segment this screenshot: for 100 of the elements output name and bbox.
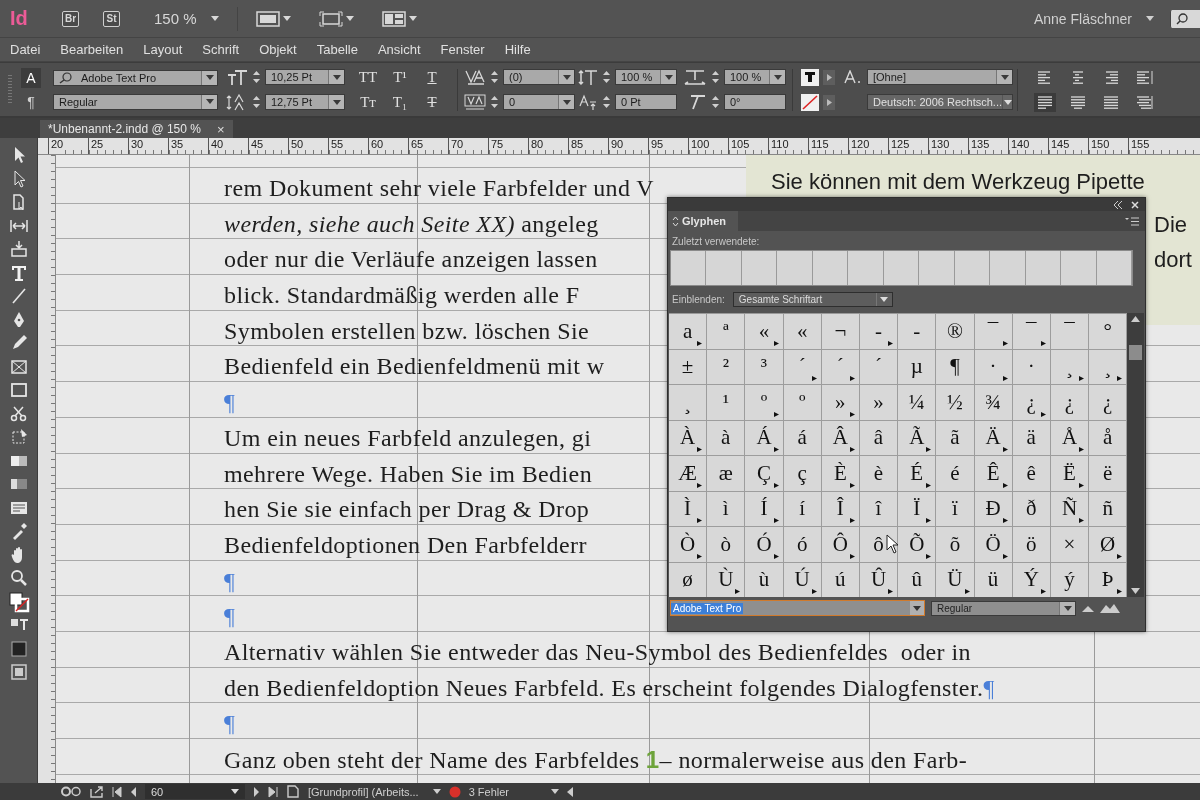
page-number-field[interactable]: 60 bbox=[145, 784, 245, 799]
format-button[interactable]: T₁ bbox=[389, 93, 411, 111]
format-button[interactable]: Tт bbox=[357, 93, 379, 111]
previous-page-icon[interactable] bbox=[130, 785, 137, 798]
glyph-cell[interactable]: Õ bbox=[898, 527, 937, 563]
glyph-cell[interactable]: Ò bbox=[669, 527, 708, 563]
close-icon[interactable] bbox=[1131, 200, 1139, 209]
glyph-cell[interactable]: ë bbox=[1089, 456, 1128, 492]
glyph-cell[interactable]: ¼ bbox=[898, 385, 937, 421]
glyph-cell[interactable]: ¯ bbox=[1050, 314, 1090, 350]
glyph-cell[interactable]: » bbox=[821, 385, 860, 421]
zoom-in-icon[interactable] bbox=[1100, 603, 1120, 613]
next-page-icon[interactable] bbox=[253, 785, 260, 798]
spinner-icon[interactable] bbox=[602, 95, 611, 109]
glyph-cell[interactable]: å bbox=[1089, 420, 1128, 456]
glyph-cell[interactable]: ì bbox=[707, 491, 746, 527]
menu-item[interactable]: Objekt bbox=[249, 42, 307, 57]
glyph-cell[interactable]: Ï bbox=[898, 491, 937, 527]
menu-item[interactable]: Layout bbox=[133, 42, 193, 57]
font-family-dropdown[interactable]: Adobe Text Pro bbox=[53, 69, 218, 86]
glyph-cell[interactable]: Ã bbox=[898, 420, 937, 456]
kerning-field[interactable]: (0) bbox=[503, 69, 575, 85]
document-icon[interactable] bbox=[286, 785, 300, 798]
glyph-cell[interactable]: ¿ bbox=[1050, 385, 1090, 421]
glyph-cell[interactable]: Ë bbox=[1050, 456, 1090, 492]
glyph-cell[interactable]: è bbox=[859, 456, 899, 492]
tracking-field[interactable]: 0 bbox=[503, 94, 575, 110]
glyph-cell[interactable]: ñ bbox=[1089, 491, 1128, 527]
zoom-dropdown[interactable]: 150 % bbox=[154, 10, 219, 27]
horizontal-scale-field[interactable]: 100 % bbox=[724, 69, 786, 85]
stock-button[interactable]: St bbox=[103, 10, 120, 27]
glyph-cell[interactable]: ¸ bbox=[669, 385, 708, 421]
glyph-cell[interactable]: ó bbox=[783, 527, 822, 563]
glyph-cell[interactable]: À bbox=[669, 420, 708, 456]
glyph-cell[interactable]: Ê bbox=[974, 456, 1013, 492]
fill-stroke-icon[interactable] bbox=[7, 590, 30, 613]
glyph-cell[interactable]: ª bbox=[707, 314, 746, 350]
spinner-icon[interactable] bbox=[711, 95, 720, 109]
menu-item[interactable]: Hilfe bbox=[494, 42, 541, 57]
glyph-cell[interactable]: ê bbox=[1012, 456, 1051, 492]
glyph-cell[interactable]: ¿ bbox=[1089, 385, 1128, 421]
glyph-cell[interactable]: µ bbox=[898, 349, 937, 385]
menu-item[interactable]: Tabelle bbox=[306, 42, 368, 57]
spinner-icon[interactable] bbox=[490, 95, 499, 109]
glyph-cell[interactable]: ° bbox=[1089, 314, 1128, 350]
glyph-cell[interactable]: - bbox=[898, 314, 937, 350]
glyph-cell[interactable]: a bbox=[669, 314, 708, 350]
scrollbar-thumb[interactable] bbox=[1129, 345, 1143, 360]
glyph-cell[interactable]: Æ bbox=[669, 456, 708, 492]
spinner-icon[interactable] bbox=[490, 70, 499, 84]
glyph-cell[interactable]: é bbox=[936, 456, 975, 492]
show-dropdown[interactable]: Gesamte Schriftart bbox=[732, 292, 893, 307]
glyph-cell[interactable]: ï bbox=[936, 491, 975, 527]
text-fill-swatch[interactable] bbox=[801, 68, 819, 86]
menu-item[interactable]: Bearbeiten bbox=[50, 42, 134, 57]
spinner-icon[interactable] bbox=[602, 70, 611, 84]
glyph-cell[interactable]: ² bbox=[707, 349, 746, 385]
glyph-cell[interactable]: à bbox=[707, 420, 746, 456]
glyph-cell[interactable]: ¸ bbox=[1089, 349, 1128, 385]
glyph-cell[interactable]: Ö bbox=[974, 527, 1013, 563]
fill-menu-button[interactable] bbox=[823, 69, 835, 85]
skew-field[interactable]: 0° bbox=[724, 94, 786, 110]
glyph-cell[interactable]: ® bbox=[936, 314, 975, 350]
preflight-icon[interactable] bbox=[60, 785, 82, 798]
glyph-cell[interactable]: É bbox=[898, 456, 937, 492]
glyph-cell[interactable]: ã bbox=[936, 420, 975, 456]
scroll-left-icon[interactable] bbox=[567, 786, 574, 797]
glyph-cell[interactable]: ¶ bbox=[936, 349, 975, 385]
menu-item[interactable]: Fenster bbox=[430, 42, 495, 57]
glyph-cell[interactable]: Ç bbox=[745, 456, 784, 492]
baseline-shift-field[interactable]: 0 Pt bbox=[615, 94, 677, 110]
glyph-cell[interactable]: Ó bbox=[745, 527, 784, 563]
leading-field[interactable]: 12,75 Pt bbox=[265, 94, 345, 110]
mode-toggle[interactable]: ¶ bbox=[21, 91, 41, 112]
arrange-documents-button[interactable] bbox=[381, 10, 417, 27]
zoom-out-icon[interactable] bbox=[1082, 604, 1094, 612]
last-page-icon[interactable] bbox=[268, 785, 278, 798]
glyph-cell[interactable]: ¾ bbox=[974, 385, 1013, 421]
glyph-cell[interactable]: × bbox=[1050, 527, 1090, 563]
glyph-cell[interactable]: º bbox=[745, 385, 784, 421]
spinner-icon[interactable] bbox=[252, 95, 261, 109]
character-style-dropdown[interactable]: [Ohne] bbox=[867, 69, 1013, 85]
screen-mode-button[interactable] bbox=[318, 10, 354, 27]
menu-item[interactable]: Ansicht bbox=[367, 42, 431, 57]
stroke-menu-button[interactable] bbox=[823, 94, 835, 110]
glyph-cell[interactable]: ç bbox=[783, 456, 822, 492]
language-dropdown[interactable]: Deutsch: 2006 Rechtsch... bbox=[867, 94, 1013, 110]
glyph-cell[interactable]: ½ bbox=[936, 385, 975, 421]
preflight-profile-dropdown[interactable]: [Grundprofil] (Arbeits... bbox=[308, 785, 441, 798]
format-button[interactable]: TT bbox=[357, 68, 379, 86]
glyph-cell[interactable]: ¿ bbox=[1012, 385, 1051, 421]
glyph-style-dropdown[interactable]: Regular bbox=[931, 600, 1076, 616]
spinner-icon[interactable] bbox=[252, 70, 261, 84]
menu-item[interactable]: Schrift bbox=[192, 42, 250, 57]
glyph-cell[interactable]: ¹ bbox=[707, 385, 746, 421]
glyph-cell[interactable]: æ bbox=[707, 456, 746, 492]
glyph-cell[interactable]: Ô bbox=[821, 527, 860, 563]
glyph-cell[interactable]: Ø bbox=[1089, 527, 1128, 563]
panel-tab[interactable]: Glyphen bbox=[668, 211, 738, 231]
format-button[interactable]: T¹ bbox=[389, 68, 411, 86]
